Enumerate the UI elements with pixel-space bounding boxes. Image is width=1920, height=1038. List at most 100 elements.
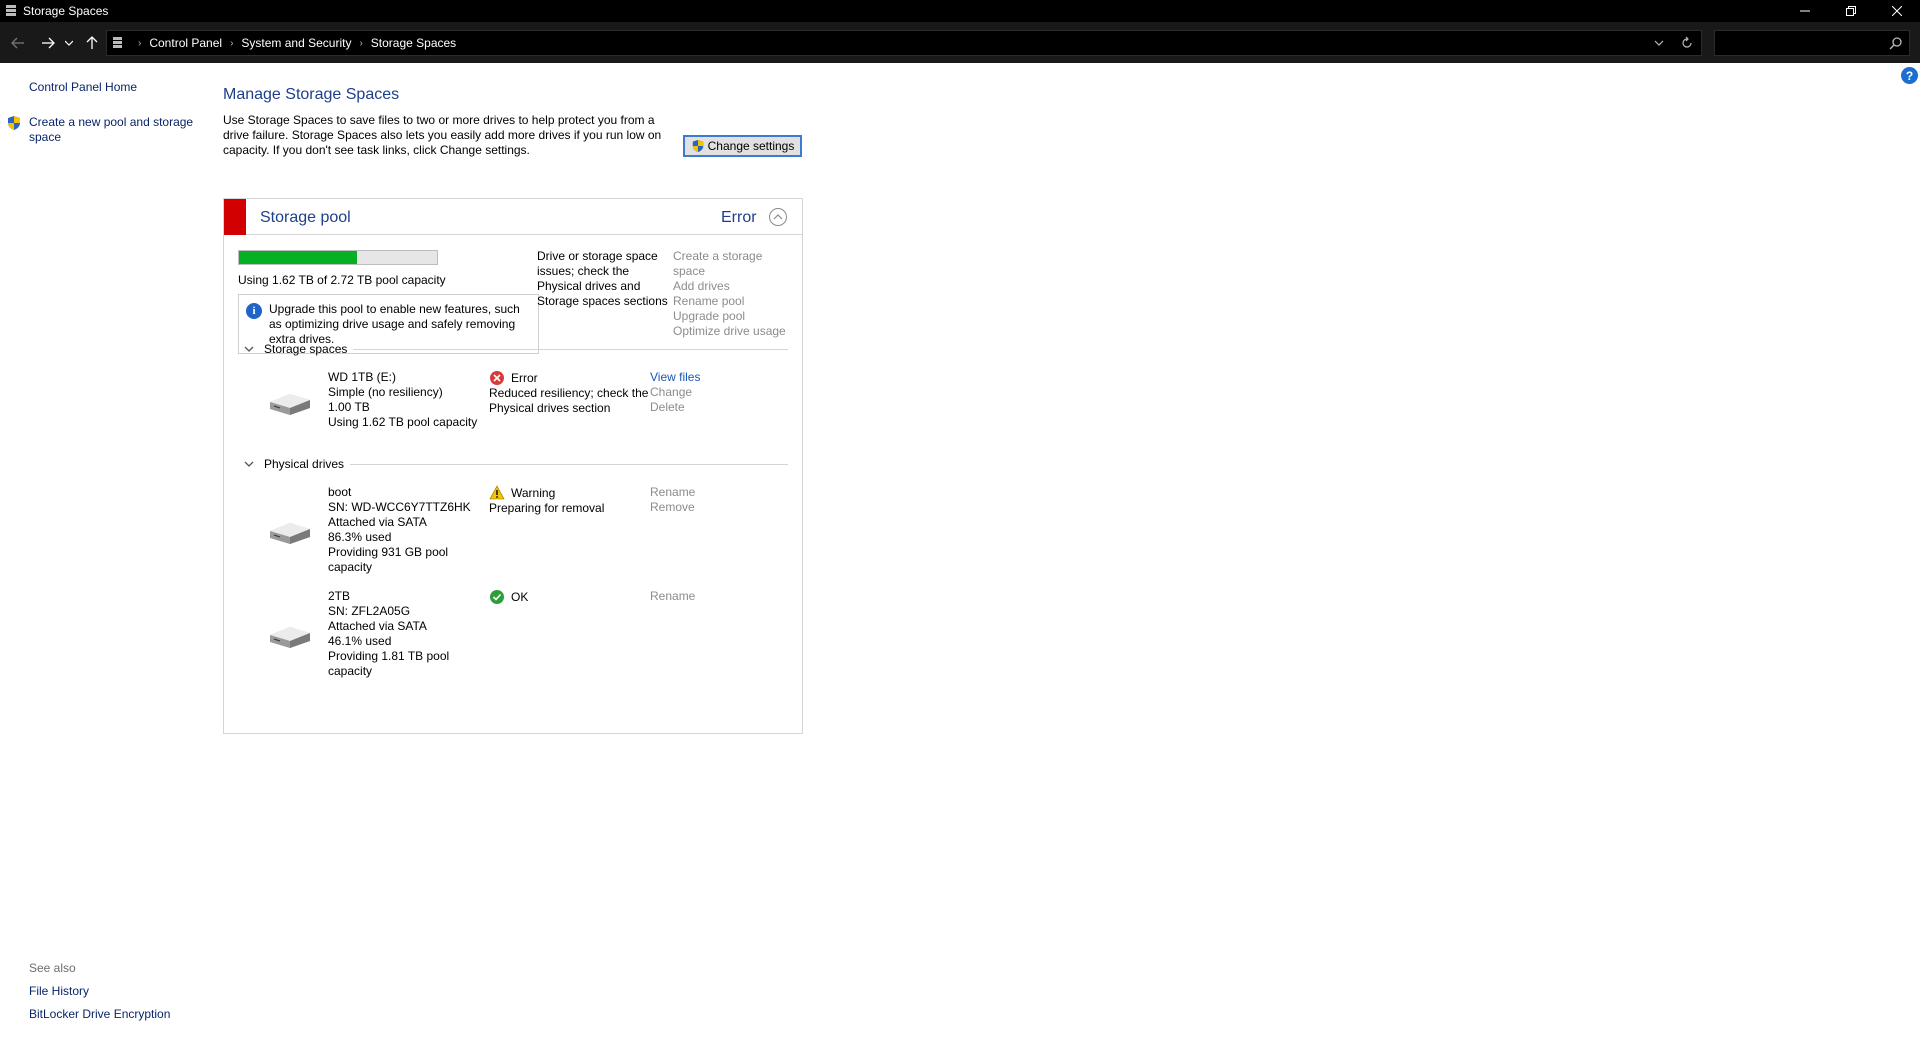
upgrade-pool-link[interactable]: Upgrade pool <box>673 309 793 324</box>
storage-spaces-icon <box>113 37 122 48</box>
physical-drive-details: 2TB SN: ZFL2A05G Attached via SATA 46.1%… <box>328 589 458 679</box>
drive-status: OK <box>489 589 649 605</box>
search-input[interactable] <box>1715 31 1885 55</box>
rename-drive-link[interactable]: Rename <box>650 589 695 604</box>
optimize-drive-usage-link[interactable]: Optimize drive usage <box>673 324 793 339</box>
storage-space-usage: Using 1.62 TB pool capacity <box>328 415 478 429</box>
title-bar: Storage Spaces <box>0 0 1920 22</box>
breadcrumb-control-panel[interactable]: Control Panel <box>149 36 222 50</box>
window-title: Storage Spaces <box>23 4 109 18</box>
recent-locations-button[interactable] <box>62 33 76 53</box>
create-pool-label: Create a new pool and storage space <box>29 115 194 144</box>
warning-icon <box>489 485 505 500</box>
drive-name: boot <box>328 485 352 499</box>
file-history-link[interactable]: File History <box>29 984 89 998</box>
page-title: Manage Storage Spaces <box>223 86 400 103</box>
section-divider <box>350 463 788 465</box>
drive-used: 46.1% used <box>328 634 392 648</box>
close-icon <box>1892 6 1902 16</box>
upgrade-info-text: Upgrade this pool to enable new features… <box>269 302 520 346</box>
pool-capacity-bar <box>238 250 438 265</box>
refresh-icon[interactable] <box>1679 35 1695 51</box>
drive-used: 86.3% used <box>328 530 392 544</box>
address-bar[interactable]: › Control Panel › System and Security › … <box>106 30 1702 56</box>
up-arrow-icon <box>86 36 98 49</box>
storage-space-size: 1.00 TB <box>328 400 370 414</box>
drive-status-label: OK <box>511 589 529 604</box>
collapse-icon[interactable] <box>768 207 788 227</box>
breadcrumb-separator[interactable]: › <box>359 38 362 49</box>
remove-drive-link[interactable]: Remove <box>650 500 695 515</box>
physical-drive-details: boot SN: WD-WCC6Y7TTZ6HK Attached via SA… <box>328 485 471 575</box>
intro-text: Use Storage Spaces to save files to two … <box>223 113 662 157</box>
rename-pool-link[interactable]: Rename pool <box>673 294 793 309</box>
breadcrumb-separator[interactable]: › <box>230 38 233 49</box>
up-button[interactable] <box>82 33 102 53</box>
change-settings-label: Change settings <box>707 139 795 153</box>
add-drives-link[interactable]: Add drives <box>673 279 793 294</box>
drive-status: Warning Preparing for removal <box>489 485 649 516</box>
control-panel-home-link[interactable]: Control Panel Home <box>29 80 137 94</box>
create-pool-link[interactable]: Create a new pool and storage space <box>6 115 196 145</box>
delete-link[interactable]: Delete <box>650 400 700 415</box>
pool-warning-text: Drive or storage space issues; check the… <box>537 249 668 308</box>
back-arrow-icon <box>11 37 24 49</box>
drive-status-label: Warning <box>511 485 556 500</box>
view-files-link[interactable]: View files <box>650 370 700 385</box>
storage-spaces-app-icon <box>6 5 16 16</box>
address-row: › Control Panel › System and Security › … <box>0 22 1920 63</box>
forward-button[interactable] <box>38 33 58 53</box>
change-link[interactable]: Change <box>650 385 700 400</box>
drive-capacity: Providing 1.81 TB pool capacity <box>328 649 450 678</box>
close-button[interactable] <box>1874 0 1920 22</box>
see-also-heading: See also <box>29 961 76 975</box>
drive-capacity: Providing 931 GB pool capacity <box>328 545 449 574</box>
chevron-down-icon[interactable] <box>242 342 256 356</box>
pool-status-bar <box>224 199 246 235</box>
pool-status: Error <box>721 209 757 226</box>
storage-space-status-label: Error <box>511 370 538 385</box>
minimize-button[interactable] <box>1782 0 1828 22</box>
breadcrumb-separator[interactable]: › <box>138 38 141 49</box>
storage-space-details: WD 1TB (E:) Simple (no resiliency) 1.00 … <box>328 370 477 430</box>
drive-serial: SN: ZFL2A05G <box>328 604 411 618</box>
hard-drive-icon <box>270 394 310 415</box>
storage-space-status: Error Reduced resiliency; check the Phys… <box>489 370 649 416</box>
storage-space-status-detail: Reduced resiliency; check the Physical d… <box>489 386 649 415</box>
bitlocker-link[interactable]: BitLocker Drive Encryption <box>29 1007 170 1021</box>
pool-capacity-text: Using 1.62 TB of 2.72 TB pool capacity <box>238 273 446 287</box>
breadcrumb-system-and-security[interactable]: System and Security <box>241 36 351 50</box>
drive-tasks: Rename Remove <box>650 485 695 515</box>
physical-drives-label: Physical drives <box>264 457 345 471</box>
storage-pool-panel: Storage pool Error Using 1.62 TB of 2.72… <box>223 198 803 734</box>
drive-status-detail: Preparing for removal <box>489 501 605 515</box>
restore-button[interactable] <box>1828 0 1874 22</box>
physical-drives-section-header: Physical drives <box>242 456 788 472</box>
drive-serial: SN: WD-WCC6Y7TTZ6HK <box>328 500 471 514</box>
storage-spaces-section-header: Storage spaces <box>242 341 788 357</box>
storage-pool-header: Storage pool Error <box>224 199 802 235</box>
create-storage-space-link[interactable]: Create a storage space <box>673 249 793 279</box>
shield-icon <box>8 116 20 130</box>
rename-drive-link[interactable]: Rename <box>650 485 695 500</box>
help-icon[interactable]: ? <box>1901 67 1918 84</box>
section-divider <box>353 348 788 350</box>
storage-space-resiliency: Simple (no resiliency) <box>328 385 443 399</box>
change-settings-button[interactable]: Change settings <box>683 135 802 157</box>
restore-icon <box>1846 6 1856 16</box>
left-nav: Control Panel Home Create a new pool and… <box>0 63 210 1038</box>
minimize-icon <box>1800 10 1810 12</box>
search-icon[interactable] <box>1889 36 1903 50</box>
breadcrumb-storage-spaces[interactable]: Storage Spaces <box>371 36 456 50</box>
search-box[interactable] <box>1714 30 1910 56</box>
address-dropdown-icon[interactable] <box>1653 36 1665 50</box>
chevron-down-icon[interactable] <box>242 457 256 471</box>
back-button[interactable] <box>8 33 28 53</box>
hard-drive-icon <box>270 627 310 648</box>
storage-space-name: WD 1TB (E:) <box>328 370 396 384</box>
error-icon <box>490 371 504 385</box>
forward-arrow-icon <box>42 37 55 49</box>
drive-connection: Attached via SATA <box>328 515 427 529</box>
pool-tasks: Create a storage space Add drives Rename… <box>673 249 793 339</box>
chevron-down-icon <box>65 40 73 46</box>
